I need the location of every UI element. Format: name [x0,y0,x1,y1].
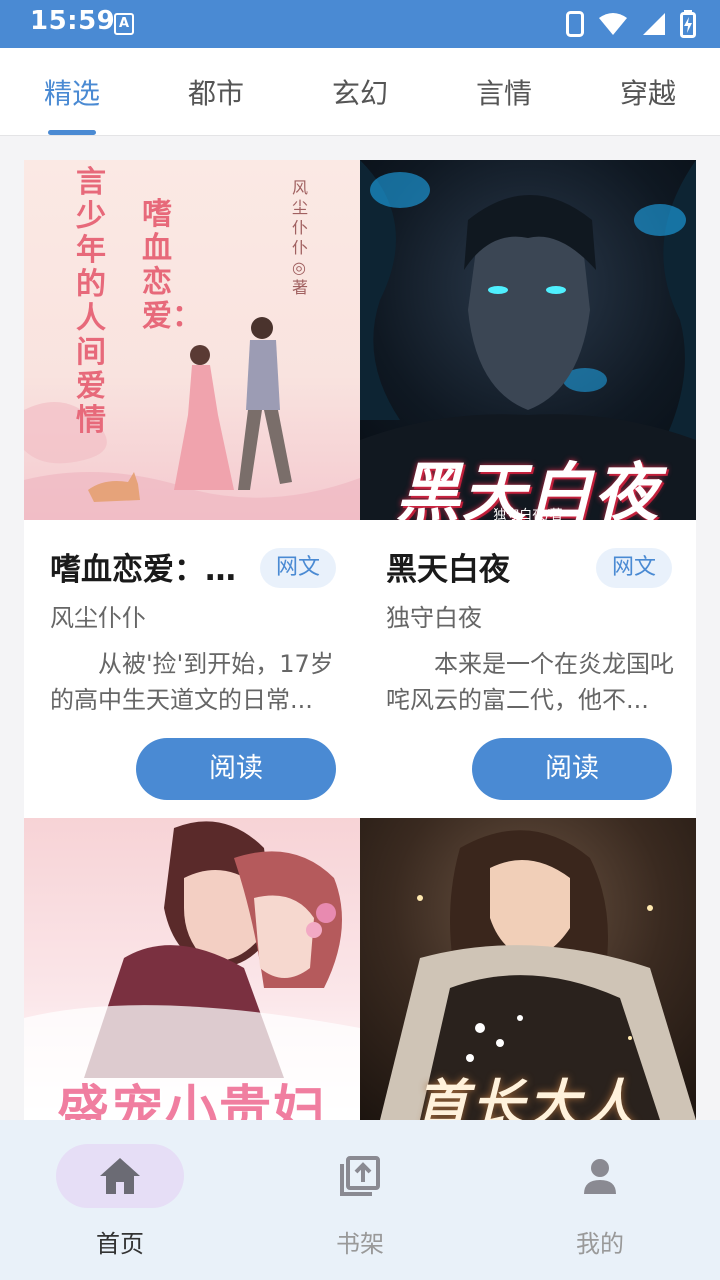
wifi-icon [599,13,627,35]
book-cover[interactable]: 首长大人 [360,818,696,1120]
tab-indicator [48,130,96,135]
cover-title-text: 盛宠小贵妇 [56,1081,327,1120]
status-icons [566,10,696,38]
bookshelf-icon [340,1156,380,1196]
read-button[interactable]: 阅读 [136,738,336,800]
book-description: 本来是一个在炎龙国叱咤风云的富二代，他不... [386,650,674,714]
book-cover[interactable]: 黑天白夜 独守白夜/著 [360,160,696,520]
tab-fantasy[interactable]: 玄幻 [288,48,432,136]
book-cover[interactable]: 言少年的人间爱情 嗜血恋爱： 风尘仆仆◎著 [24,160,360,520]
nav-profile-label: 我的 [576,1230,624,1258]
nav-home-label: 首页 [96,1230,144,1258]
nav-bookshelf[interactable]: 书架 [240,1120,480,1280]
tab-urban[interactable]: 都市 [144,48,288,136]
status-bar: 15:59 A [0,0,720,48]
cover-title-text: 首长大人 [415,1075,640,1120]
book-title[interactable]: 嗜血恋爱：... [50,544,240,589]
read-button[interactable]: 阅读 [472,738,672,800]
nav-bookshelf-label: 书架 [336,1230,384,1258]
category-tabs: 精选 都市 玄幻 言情 穿越 [0,48,720,136]
genre-tag: 网文 [260,548,336,588]
genre-tag: 网文 [596,548,672,588]
signal-icon [643,13,665,35]
tab-romance[interactable]: 言情 [432,48,576,136]
nav-home[interactable]: 首页 [0,1120,240,1280]
book-cover[interactable]: 盛宠小贵妇 [24,818,360,1120]
book-card[interactable]: 首长大人 [360,818,696,1120]
phone-icon [566,11,584,37]
person-icon [584,1159,616,1194]
book-description: 从被'捡'到开始，17岁的高中生天道文的日常... [50,650,334,714]
tab-time-travel[interactable]: 穿越 [576,48,720,136]
book-author: 独守白夜 [386,604,482,632]
home-icon [100,1158,140,1194]
book-card[interactable]: 言少年的人间爱情 嗜血恋爱： 风尘仆仆◎著 嗜血恋爱：... 网文 风尘仆仆 从… [24,160,360,818]
nav-profile[interactable]: 我的 [480,1120,720,1280]
book-author: 风尘仆仆 [50,604,146,632]
cover-title-text-2: 嗜血恋爱： [142,197,202,334]
bottom-navigation: 首页 书架 我的 [0,1120,720,1280]
book-title[interactable]: 黑天白夜 [386,544,576,589]
book-card[interactable]: 黑天白夜 独守白夜/著 黑天白夜 网文 独守白夜 本来是一个在炎龙国叱咤风云的富… [360,160,696,818]
book-card[interactable]: 盛宠小贵妇 [24,818,360,1120]
cover-author-text: 风尘仆仆◎著 [292,178,309,297]
status-time: 15:59 [30,6,116,36]
battery-charging-icon [680,10,696,38]
notification-a-icon: A [114,13,134,35]
cover-author-text: 独守白夜/著 [493,508,563,520]
cover-title-text: 言少年的人间爱情 [76,165,106,438]
tab-featured[interactable]: 精选 [0,48,144,136]
